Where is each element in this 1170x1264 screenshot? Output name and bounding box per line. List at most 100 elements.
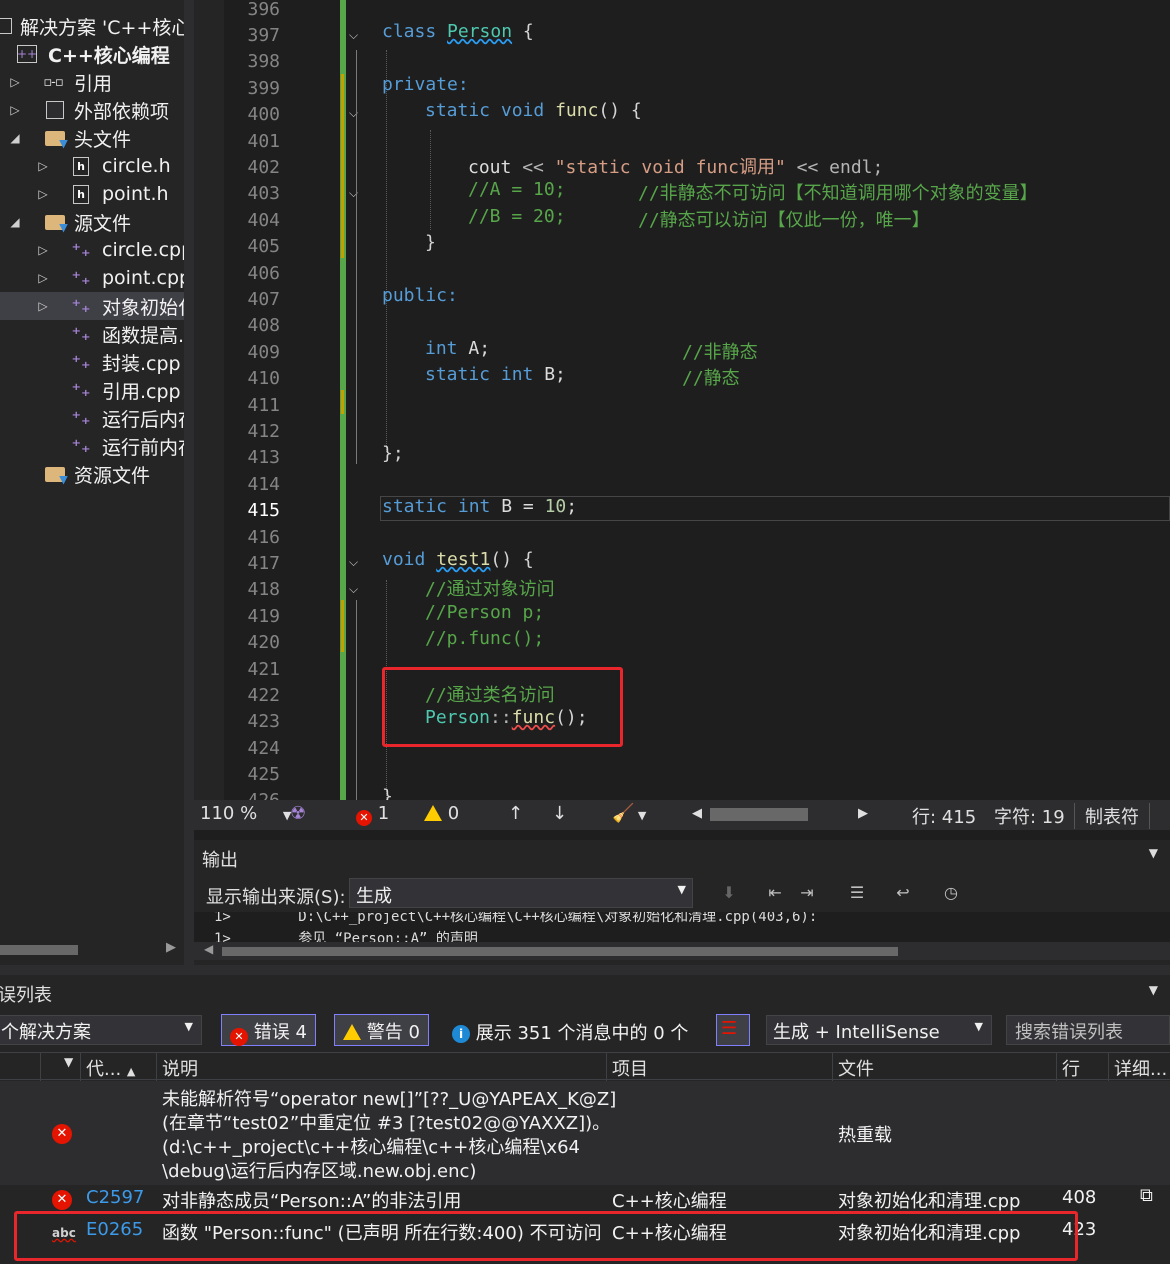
expand-arrow-icon[interactable]: ▷ — [36, 299, 50, 313]
line-number: 425 — [247, 764, 280, 785]
code-line-415[interactable]: static int B = 10; — [382, 496, 577, 517]
column-header-file[interactable]: 文件 — [838, 1055, 874, 1081]
open-detail-icon[interactable]: ⧉ — [1140, 1185, 1153, 1206]
code-line-404[interactable]: //B = 20;//静态可以访问【仅此一份，唯一】 — [468, 206, 930, 231]
expand-arrow-icon[interactable]: ▷ — [8, 75, 22, 89]
scroll-right-arrow-icon[interactable]: ▶ — [166, 940, 176, 955]
messages-filter-button[interactable]: i 展示 351 个消息中的 0 个 — [452, 1019, 688, 1045]
code-cleanup-broom-icon[interactable]: 🧹 ▼ — [612, 803, 646, 824]
code-line-426[interactable]: } — [382, 786, 393, 800]
expand-arrow-icon[interactable]: ▷ — [36, 271, 50, 285]
scroll-left-arrow-icon[interactable]: ◀ — [692, 806, 702, 821]
expand-arrow-icon[interactable]: ▷ — [36, 243, 50, 257]
tree-item-after-run-memory[interactable]: ⁺₊ 运行后内存 — [0, 404, 184, 432]
tree-item-encapsulation-cpp[interactable]: ⁺₊ 封装.cpp — [0, 348, 184, 376]
zoom-level[interactable]: 110 % ▼ — [200, 803, 291, 824]
scrollbar-thumb[interactable] — [0, 945, 78, 955]
tree-item-before-run-memory[interactable]: ⁺₊ 运行前内存 — [0, 432, 184, 460]
previous-issue-arrow-icon[interactable]: ↑ — [508, 803, 523, 824]
tree-item-external-deps[interactable]: ▷ 外部依赖项 — [0, 96, 184, 124]
output-horizontal-scrollbar[interactable]: ◀ — [194, 942, 1170, 960]
collapse-arrow-icon[interactable]: ◢ — [8, 215, 22, 229]
code-line-420[interactable]: //p.func(); — [425, 628, 544, 649]
project-node[interactable]: ++ C++核心编程 — [0, 40, 184, 68]
fold-chevron-icon[interactable]: ⌵ — [349, 582, 358, 597]
tree-item-header-files[interactable]: ◢ 头文件 — [0, 124, 184, 152]
tree-item-references[interactable]: ▷ ▫-▫ 引用 — [0, 68, 184, 96]
panel-splitter[interactable] — [0, 965, 1170, 975]
panel-splitter[interactable] — [184, 0, 194, 965]
next-issue-arrow-icon[interactable]: ↓ — [552, 803, 567, 824]
error-count[interactable]: ✕ 1 — [356, 803, 389, 826]
tree-item-point-cpp[interactable]: ▷ ⁺₊ point.cpp — [0, 264, 184, 292]
scope-dropdown[interactable]: 个解决方案 ▼ — [0, 1015, 202, 1045]
code-line-409[interactable]: int A;//非静态 — [425, 338, 758, 363]
warnings-filter-button[interactable]: 警告 0 — [334, 1014, 429, 1046]
fold-chevron-icon[interactable]: ⌵ — [349, 28, 358, 43]
column-header-detail[interactable]: 详细... — [1114, 1055, 1167, 1081]
tree-item-reference-cpp[interactable]: ⁺₊ 引用.cpp — [0, 376, 184, 404]
solution-node[interactable]: 解决方案 'C++核心编程 — [0, 12, 184, 40]
code-line-419[interactable]: //Person p; — [425, 602, 544, 623]
word-wrap-icon[interactable]: ↩ — [890, 880, 916, 906]
code-line-397[interactable]: class Person { — [382, 21, 534, 42]
error-row[interactable]: ✕ 未能解析符号“operator new[]”[??_U@YAPEAX_K@Z… — [0, 1081, 1170, 1185]
intellicode-icon[interactable]: ☢ — [290, 803, 306, 824]
output-source-dropdown[interactable]: 生成 ▼ — [349, 878, 693, 908]
column-header-code[interactable]: 代... ▲ — [86, 1055, 135, 1081]
code-line-405[interactable]: } — [425, 232, 436, 253]
code-line-402[interactable]: cout << "static void func调用" << endl; — [468, 153, 883, 179]
editor-horizontal-scrollbar-thumb[interactable] — [710, 808, 808, 821]
code-line-400[interactable]: static void func() { — [425, 100, 642, 121]
code-line-417[interactable]: void test1() { — [382, 549, 534, 570]
expand-arrow-icon[interactable]: ▷ — [36, 187, 50, 201]
folder-icon — [44, 464, 66, 484]
editor-status-bar: 110 % ▼ ☢ ✕ 1 0 ↑ ↓ 🧹 ▼ ◀ ▶ 行: 415 字符: 1… — [194, 800, 1170, 830]
code-line-418[interactable]: //通过对象访问 — [425, 575, 555, 601]
panel-menu-chevron-icon[interactable]: ▼ — [1149, 983, 1158, 997]
code-line-410[interactable]: static int B;//静态 — [425, 364, 740, 389]
column-header-line[interactable]: 行 — [1062, 1055, 1080, 1081]
column-header-description[interactable]: 说明 — [162, 1055, 198, 1081]
indent-guide — [386, 50, 387, 452]
go-to-location-icon[interactable]: ⬇ — [716, 880, 742, 906]
collapse-arrow-icon[interactable]: ◢ — [8, 131, 22, 145]
code-line-413[interactable]: }; — [382, 443, 404, 464]
cursor-line: 行: 415 — [912, 807, 977, 828]
code-line-403[interactable]: //A = 10;//非静态不可访问【不知道调用哪个对象的变量】 — [468, 179, 1038, 204]
expand-arrow-icon[interactable]: ▷ — [8, 103, 22, 117]
clear-all-icon[interactable]: ☰ — [844, 880, 870, 906]
line-number: 403 — [247, 183, 280, 204]
filter-toggle-icon[interactable]: ☰ — [716, 1014, 750, 1046]
tabs-indicator[interactable]: 制表符 — [1074, 803, 1150, 829]
next-message-icon[interactable]: ⇥ — [794, 880, 820, 906]
error-row[interactable]: ✕ C2597 对非静态成员“Person::A”的非法引用 C++核心编程 对… — [0, 1185, 1170, 1213]
column-header-project[interactable]: 项目 — [612, 1055, 648, 1081]
tree-item-point-h[interactable]: ▷ h point.h — [0, 180, 184, 208]
tree-item-func-improve-cpp[interactable]: ⁺₊ 函数提高.c — [0, 320, 184, 348]
scroll-left-arrow-icon[interactable]: ◀ — [204, 942, 213, 956]
tree-item-source-files[interactable]: ◢ 源文件 — [0, 208, 184, 236]
search-error-list-input[interactable]: 搜索错误列表 — [1006, 1015, 1170, 1045]
indent-guide — [430, 130, 431, 230]
clock-icon[interactable]: ◷ — [938, 880, 964, 906]
explorer-horizontal-scrollbar[interactable]: ▶ — [0, 940, 184, 960]
tree-item-resource-files[interactable]: 资源文件 — [0, 460, 184, 488]
code-line-407[interactable]: public: — [382, 285, 458, 306]
fold-chevron-icon[interactable]: ⌵ — [349, 555, 358, 570]
build-intellisense-dropdown[interactable]: 生成 + IntelliSense ▼ — [766, 1015, 992, 1045]
code-editor[interactable]: 396 397 398 399 400 401 402 403 404 405 … — [194, 0, 1170, 800]
filter-icon[interactable]: ▼ — [64, 1055, 73, 1069]
scroll-right-arrow-icon[interactable]: ▶ — [858, 806, 868, 821]
tree-item-circle-h[interactable]: ▷ h circle.h — [0, 152, 184, 180]
tree-item-object-init-cpp[interactable]: ▷ ⁺₊ 对象初始化 — [0, 292, 184, 320]
expand-arrow-icon[interactable]: ▷ — [36, 159, 50, 173]
output-text[interactable]: 1> D:\C++_project\C++核心编程\C++核心编程\对象初始化和… — [194, 912, 1170, 942]
previous-message-icon[interactable]: ⇤ — [762, 880, 788, 906]
panel-menu-chevron-icon[interactable]: ▼ — [1149, 846, 1158, 860]
scrollbar-thumb[interactable] — [222, 947, 898, 956]
warning-count[interactable]: 0 — [424, 803, 459, 824]
tree-item-circle-cpp[interactable]: ▷ ⁺₊ circle.cpp — [0, 236, 184, 264]
code-line-399[interactable]: private: — [382, 74, 469, 95]
errors-filter-button[interactable]: ✕ 错误 4 — [221, 1014, 316, 1046]
